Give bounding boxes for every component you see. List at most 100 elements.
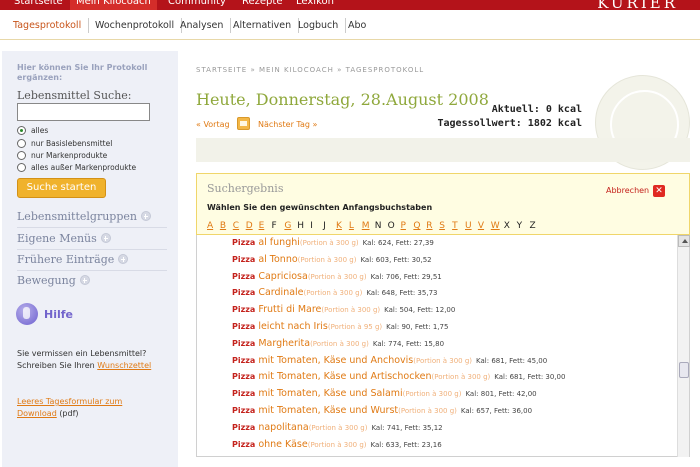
letter-n: N [374,221,382,231]
sidebar-link-fruehere-eintraege[interactable]: Frühere Einträge [17,253,129,266]
food-variant[interactable]: Cardinale [258,287,303,298]
help-icon[interactable] [16,303,38,325]
list-item[interactable]: Pizza mit Tomaten, Käse und Salami(Portio… [232,386,537,402]
letter-d[interactable]: D [246,221,253,231]
breadcrumb: STARTSEITE » MEIN KILOCOACH » TAGESPROTO… [196,66,425,74]
subnav-wochenprotokoll[interactable]: Wochenprotokoll [88,18,183,33]
letter-v[interactable]: V [478,221,484,231]
subnav-abo[interactable]: Abo [341,18,373,33]
letter-b[interactable]: B [220,221,226,231]
list-item[interactable]: Pizza leicht nach Iris(Portion à 95 g) Kal… [232,319,448,335]
list-item[interactable]: Pizza ohne Käse(Portion à 300 g) Kal: 633,… [232,437,442,453]
radio-unchecked-icon[interactable] [17,138,26,148]
cancel-link[interactable]: Abbrechen [606,186,649,195]
scrollbar-thumb[interactable] [679,362,689,378]
subnav-analysen[interactable]: Analysen [173,18,232,33]
letter-u[interactable]: U [465,221,472,231]
help-link[interactable]: Hilfe [44,308,73,321]
results-title: Suchergebnis [207,182,284,195]
plus-icon[interactable] [118,254,129,264]
plus-icon[interactable] [79,275,90,285]
letter-a[interactable]: A [207,221,213,231]
food-variant[interactable]: leicht nach Iris [258,321,328,332]
radio-checked-icon[interactable] [17,125,26,135]
plus-icon[interactable] [140,211,151,221]
radio-alles[interactable]: alles [17,125,48,137]
radio-unchecked-icon[interactable] [17,150,26,160]
letter-g[interactable]: G [284,221,291,231]
wishlist-link[interactable]: Wunschzettel [97,361,151,370]
food-name: Pizza [232,338,256,348]
divider [17,249,167,250]
sidebar-link-bewegung[interactable]: Bewegung [17,274,90,287]
letter-l[interactable]: L [349,221,354,231]
list-item[interactable]: Pizza Margherita(Portion à 300 g) Kal: 774… [232,336,444,352]
previous-day-link[interactable]: « Vortag [196,120,230,129]
sidebar-link-eigene-menues[interactable]: Eigene Menüs [17,232,111,245]
food-name: Pizza [232,422,256,432]
letter-y: Y [516,221,523,231]
food-variant[interactable]: ohne Käse [258,439,307,450]
list-item[interactable]: Pizza mit Tomaten, Käse und Wurst(Portion… [232,403,532,419]
tab-startseite[interactable]: Startseite [8,0,69,10]
sidebar-link-lebensmittelgruppen[interactable]: Lebensmittelgruppen [17,210,151,223]
list-item[interactable]: Pizza al Tonno(Portion à 300 g) Kal: 603, … [232,252,432,268]
letter-m[interactable]: M [362,221,370,231]
letter-k[interactable]: K [336,221,342,231]
radio-markenprodukte[interactable]: nur Markenprodukte [17,150,107,162]
letter-j: J [323,221,326,231]
food-variant[interactable]: mit Tomaten, Käse und Wurst [258,405,398,416]
calendar-icon[interactable] [237,117,250,130]
sidebar-link-label[interactable]: Frühere Einträge [17,253,114,266]
food-name: Pizza [232,372,256,382]
next-day-link[interactable]: Nächster Tag » [258,120,317,129]
subnav-alternativen[interactable]: Alternativen [226,18,300,33]
letter-c[interactable]: C [233,221,239,231]
food-variant[interactable]: Frutti di Mare [258,304,321,315]
radio-basislebensmittel[interactable]: nur Basislebensmittel [17,138,112,150]
tab-lexikon[interactable]: Lexikon [290,0,340,10]
food-search-input[interactable] [17,103,150,121]
radio-ausser-markenprodukte[interactable]: alles außer Markenprodukte [17,162,136,174]
results-list: Pizza al funghi(Portion à 300 g) Kal: 624,… [196,235,690,457]
letter-w[interactable]: W [491,221,500,231]
portion-size: (Portion à 300 g) [297,255,357,264]
sidebar-link-label[interactable]: Lebensmittelgruppen [17,210,137,223]
sidebar-link-label[interactable]: Eigene Menüs [17,232,97,245]
food-variant[interactable]: Capriciosa [258,271,307,282]
scrollbar[interactable] [677,235,690,457]
plus-icon[interactable] [100,233,111,243]
subnav-tagesprotokoll[interactable]: Tagesprotokoll [6,18,90,33]
scroll-up-arrow-icon[interactable] [678,235,690,247]
close-icon[interactable]: ✕ [653,185,665,197]
tab-rezepte[interactable]: Rezepte [236,0,288,10]
list-item[interactable]: Pizza mit Tomaten, Käse und Artischocken(… [232,369,565,385]
search-start-button[interactable]: Suche starten [17,178,106,198]
food-variant[interactable]: al funghi [258,237,300,248]
list-item[interactable]: Pizza Capriciosa(Portion à 300 g) Kal: 706… [232,269,442,285]
food-variant[interactable]: Margherita [258,338,310,349]
sidebar-link-label[interactable]: Bewegung [17,274,76,287]
letter-r[interactable]: R [426,221,432,231]
food-variant[interactable]: mit Tomaten, Käse und Salami [258,388,402,399]
letter-q[interactable]: Q [413,221,420,231]
nutrition-info: Kal: 633, Fett: 23,16 [370,440,442,449]
letter-t[interactable]: T [452,221,458,231]
portion-size: (Portion à 300 g) [307,440,367,449]
tab-community[interactable]: Community [162,0,232,10]
food-variant[interactable]: napolitana [258,422,308,433]
letter-e[interactable]: E [259,221,265,231]
letter-s[interactable]: S [439,221,445,231]
food-variant[interactable]: al Tonno [258,254,297,265]
radio-unchecked-icon[interactable] [17,162,26,172]
list-item[interactable]: Pizza Frutti di Mare(Portion à 300 g) Kal:… [232,302,455,318]
list-item[interactable]: Pizza napolitana(Portion à 300 g) Kal: 741… [232,420,443,436]
food-variant[interactable]: mit Tomaten, Käse und Anchovis [258,355,413,366]
food-variant[interactable]: mit Tomaten, Käse und Artischocken [258,371,431,382]
subnav-logbuch[interactable]: Logbuch [291,18,347,33]
list-item[interactable]: Pizza mit Tomaten, Käse und Anchovis(Port… [232,353,547,369]
tab-mein-kilocoach[interactable]: Mein Kilocoach [70,0,157,10]
letter-p[interactable]: P [401,221,406,231]
list-item[interactable]: Pizza al funghi(Portion à 300 g) Kal: 624,… [232,235,434,251]
list-item[interactable]: Pizza Cardinale(Portion à 300 g) Kal: 648,… [232,285,437,301]
